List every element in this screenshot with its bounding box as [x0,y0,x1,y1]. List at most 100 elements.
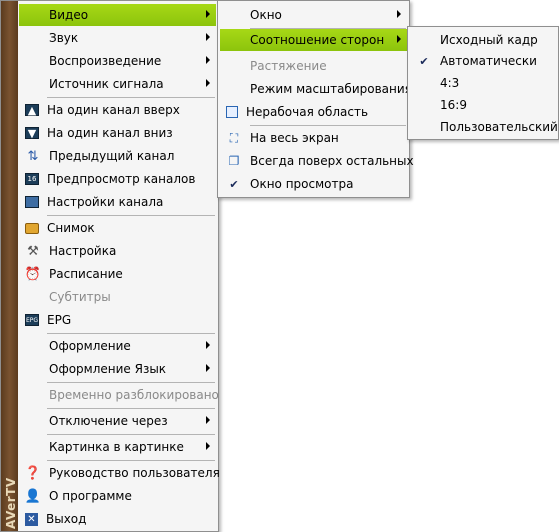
menu-separator [47,333,215,334]
menu-item-auto[interactable]: ✔ Автоматически [410,50,556,72]
menu-item-label: На весь экран [250,131,339,145]
brand-strip: AVerTV [1,1,18,531]
menu-item-scaling-mode[interactable]: Режим масштабирования [220,78,412,100]
alarm-clock-icon: ⏰ [24,266,42,282]
channel-preview-icon: 16 [25,173,39,185]
menu-separator [47,382,215,383]
menu-item-label: Оформление Язык [49,362,167,376]
menu-item-label: Окно [250,8,282,22]
menu-item-label: Временно разблокировано [49,388,219,402]
close-icon: ✕ [25,512,38,526]
epg-icon: EPG [25,314,39,326]
menu-item-label: Звук [49,31,79,45]
menu-item-exit[interactable]: ✕ Выход [19,508,216,530]
menu-item-label: Снимок [47,221,95,235]
menu-item-snapshot[interactable]: Снимок [19,217,216,239]
submenu-arrow-icon [397,35,401,43]
menu-item-label: 16:9 [440,98,467,112]
menu-item-channel-down[interactable]: ▼ На один канал вниз [19,122,216,144]
menu-item-about[interactable]: 👤 О программе [19,485,216,507]
submenu-arrow-icon [206,56,210,64]
menu-item-label: Соотношение сторон [250,33,385,47]
menu-item-always-on-top[interactable]: ❐ Всегда поверх остальных [220,150,414,172]
menu-item-schedule[interactable]: ⏰ Расписание [19,263,216,285]
menu-item-setup[interactable]: ⚒ Настройка [19,240,216,262]
menu-item-aspect-ratio[interactable]: Соотношение сторон [220,29,407,51]
menu-item-sound[interactable]: Звук [19,27,216,49]
menu-item-label: Пользовательский [440,120,558,134]
menu-item-label: 4:3 [440,76,460,90]
menu-item-label: Отключение через [49,414,168,428]
submenu-arrow-icon [206,341,210,349]
submenu-arrow-icon [206,364,210,372]
menu-item-label: Выход [46,512,87,526]
window-stack-icon: ❐ [228,154,240,168]
menu-item-original-frame[interactable]: Исходный кадр [410,29,556,51]
menu-item-skin[interactable]: Оформление [19,335,216,357]
menu-item-label: Настройка [49,244,117,258]
swap-arrows-icon: ⇅ [27,148,39,164]
user-icon: 👤 [24,488,42,504]
menu-item-playback[interactable]: Воспроизведение [19,50,216,72]
menu-item-label: Расписание [49,267,123,281]
menu-separator [47,215,215,216]
channel-down-icon: ▼ [25,127,39,140]
menu-item-channel-preview[interactable]: 16 Предпросмотр каналов [19,168,216,190]
menu-item-label: На один канал вверх [47,103,180,117]
menu-item-label: Всегда поверх остальных [250,154,414,168]
help-icon: ❓ [24,465,42,481]
menu-separator [47,460,215,461]
aspect-ratio-submenu: Исходный кадр ✔ Автоматически 4:3 16:9 П… [407,26,559,140]
menu-item-channel-up[interactable]: ▲ На один канал вверх [19,99,216,121]
menu-item-prev-channel[interactable]: ⇅ Предыдущий канал [19,145,216,167]
menu-item-label: Субтитры [49,290,111,304]
menu-item-label: Воспроизведение [49,54,162,68]
menu-item-video[interactable]: Видео [19,4,216,26]
submenu-arrow-icon [206,33,210,41]
menu-separator [47,97,215,98]
channel-up-icon: ▲ [25,104,39,117]
camera-icon [25,222,39,234]
menu-item-temp-unlocked: Временно разблокировано [19,384,219,406]
menu-separator [47,408,215,409]
menu-item-shutdown-after[interactable]: Отключение через [19,410,216,432]
menu-item-epg[interactable]: EPG EPG [19,309,216,331]
menu-item-label: Нерабочая область [246,105,369,119]
brand-logo-text: AVerTV [4,477,18,529]
context-menu: AVerTV Видео Звук Воспроизведение Источн… [0,0,220,532]
menu-item-label: Настройки канала [47,195,164,209]
menu-item-preview-window[interactable]: ✔ Окно просмотра [220,173,407,195]
menu-item-stretch: Растяжение [220,55,407,77]
frame-icon [226,106,238,118]
menu-item-label: Предыдущий канал [49,149,175,163]
menu-item-4-3[interactable]: 4:3 [410,72,556,94]
submenu-arrow-icon [206,416,210,424]
menu-item-label: Исходный кадр [440,33,538,47]
menu-item-label: EPG [47,313,72,327]
menu-item-label: Источник сигнала [49,77,164,91]
menu-item-label: Автоматически [440,54,537,68]
submenu-arrow-icon [206,79,210,87]
fullscreen-icon: ⛶ [229,130,239,145]
menu-item-pip[interactable]: Картинка в картинке [19,436,216,458]
menu-item-subtitles: Субтитры [19,286,216,308]
menu-item-skin-language[interactable]: Оформление Язык [19,358,216,380]
submenu-arrow-icon [397,10,401,18]
menu-item-label: Растяжение [250,59,327,73]
menu-item-fullscreen[interactable]: ⛶ На весь экран [220,127,407,149]
menu-item-custom[interactable]: Пользовательский [410,116,558,138]
checkmark-icon: ✔ [229,177,239,191]
menu-item-label: Картинка в картинке [49,440,184,454]
menu-item-window[interactable]: Окно [220,4,407,26]
menu-item-channel-settings[interactable]: Настройки канала [19,191,216,213]
menu-item-16-9[interactable]: 16:9 [410,94,556,116]
menu-separator [250,125,406,126]
channel-settings-icon [25,196,39,208]
menu-item-user-guide[interactable]: ❓ Руководство пользователя [19,462,220,484]
menu-item-label: Предпросмотр каналов [47,172,196,186]
menu-item-signal-source[interactable]: Источник сигнала [19,73,216,95]
video-submenu: Окно Соотношение сторон Растяжение Режим… [217,0,414,198]
menu-item-label: Режим масштабирования [250,82,412,96]
submenu-arrow-icon [206,442,210,450]
menu-item-inactive-area[interactable]: Нерабочая область [220,101,407,123]
